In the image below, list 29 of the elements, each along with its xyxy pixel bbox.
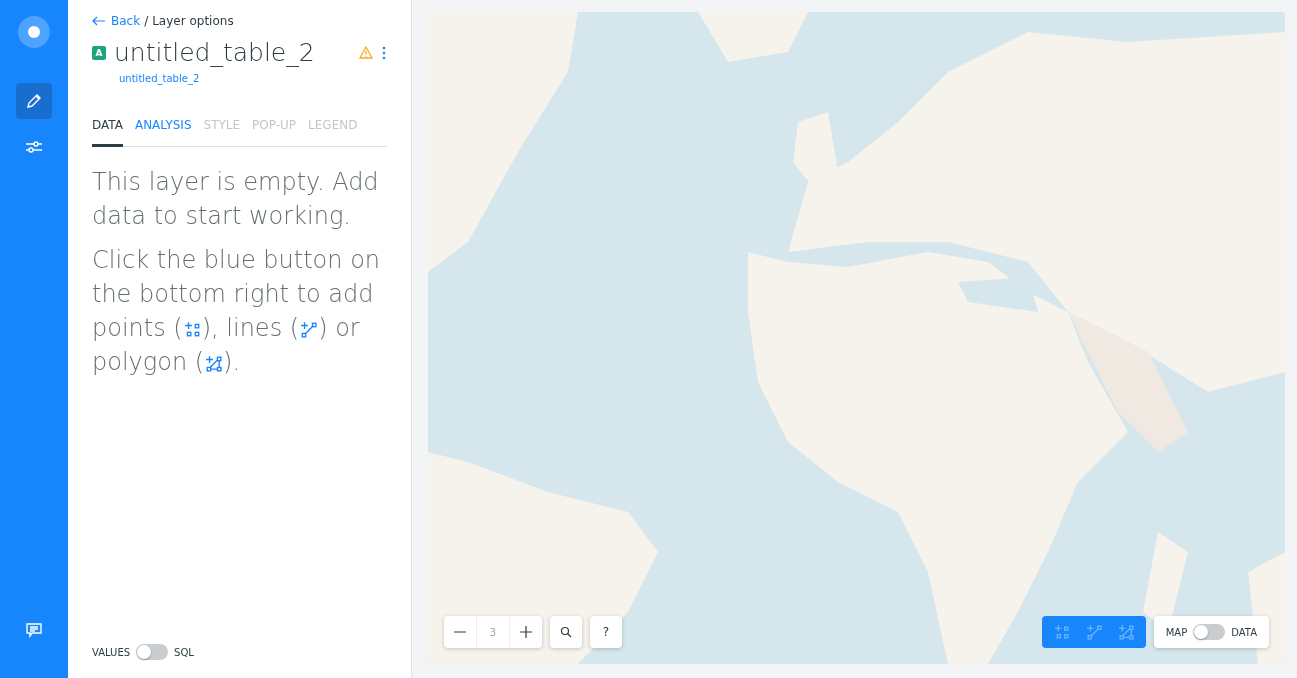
- warning-icon[interactable]: [359, 46, 373, 59]
- source-table-link[interactable]: untitled_table_2: [119, 73, 200, 84]
- search-button[interactable]: [550, 616, 582, 648]
- tab[interactable]: DATA: [92, 118, 123, 147]
- toggle-label: MAP: [1165, 626, 1188, 638]
- layer-letter-badge: A: [92, 45, 106, 60]
- instructions-text: Click the blue button on the bottom right to add points ( ), lines ( ) or polygon ( ).: [92, 245, 382, 378]
- add-polygon-icon: [204, 355, 224, 372]
- back-link[interactable]: Back: [92, 14, 141, 28]
- help-button[interactable]: ?: [590, 616, 622, 648]
- breadcrumb-separator: /: [144, 14, 149, 28]
- layer-title[interactable]: untitled_table_2: [114, 38, 351, 67]
- tab[interactable]: ANALYSIS: [134, 118, 192, 147]
- add-points-icon: [182, 321, 202, 338]
- plus-icon: [519, 625, 533, 639]
- more-options-icon[interactable]: [381, 45, 387, 60]
- toggle-label: SQL: [174, 646, 194, 658]
- toggle-label: VALUES: [92, 646, 131, 658]
- breadcrumb-current: Layer options: [152, 14, 234, 28]
- empty-layer-message: This layer is empty. Add data to start working.: [92, 167, 380, 232]
- search-icon: [560, 626, 572, 638]
- add-line-icon: [299, 321, 319, 338]
- app-logo[interactable]: [18, 16, 50, 48]
- edit-pencil-icon[interactable]: [16, 83, 52, 119]
- values-sql-switch[interactable]: [136, 644, 169, 660]
- back-arrow-icon: [92, 16, 106, 26]
- toggle-label: DATA: [1231, 626, 1257, 638]
- map-data-switch[interactable]: [1193, 624, 1226, 640]
- zoom-level: 3: [476, 616, 510, 648]
